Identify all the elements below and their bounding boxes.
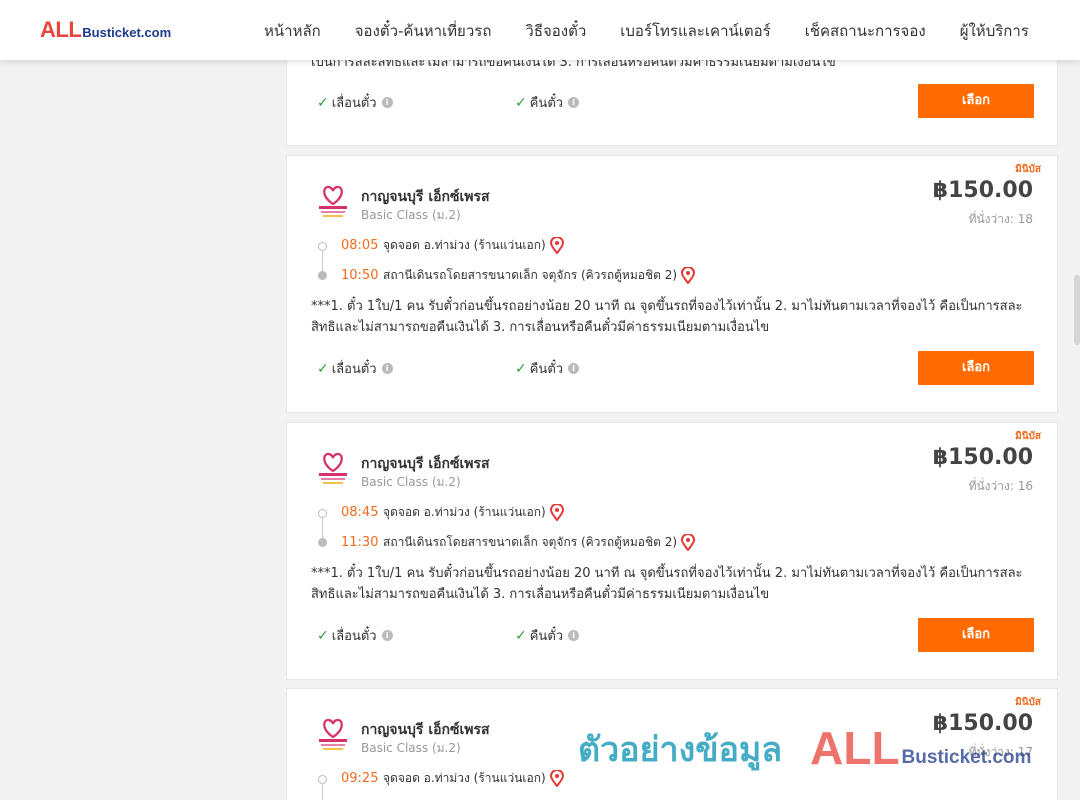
map-pin-icon[interactable]: [681, 534, 696, 551]
heart-logo-icon: [319, 452, 347, 484]
departure-station: จุดจอด อ.ท่าม่วง (ร้านแว่นเอก): [383, 771, 546, 785]
arrival-stop: 10:50 สถานีเดินรถโดยสารขนาดเล็ก จตุจักร …: [341, 266, 696, 285]
departure-station: จุดจอด อ.ท่าม่วง (ร้านแว่นเอก): [383, 238, 546, 252]
operator-name: กาญจนบุรี เอ็กซ์เพรส: [361, 722, 490, 738]
map-pin-icon[interactable]: [549, 504, 564, 521]
refund-ticket-option: ✓ คืนตั๋ว i: [515, 92, 580, 113]
seats-available: ที่นั่งว่าง: 16: [968, 479, 1033, 493]
operator-name: กาญจนบุรี เอ็กซ์เพรส: [361, 189, 490, 205]
change-ticket-label: เลื่อนตั๋ว: [331, 629, 377, 644]
info-icon[interactable]: i: [381, 363, 393, 374]
trip-price: ฿150.00: [932, 711, 1033, 736]
select-button[interactable]: เลือก: [918, 618, 1034, 652]
check-icon: ✓: [515, 360, 527, 377]
trip-note: ***1. ตั๋ว 1ใบ/1 คน รับตั๋วก่อนขึ้นรถอย่…: [311, 299, 1023, 335]
bus-class: Basic Class (ม.2): [361, 741, 461, 755]
select-button[interactable]: เลือก: [918, 351, 1034, 385]
refund-ticket-label: คืนตั๋ว: [529, 362, 564, 377]
nav-phone-counter[interactable]: เบอร์โทรและเคาน์เตอร์: [620, 19, 770, 43]
refund-ticket-option: ✓ คืนตั๋ว i: [515, 358, 580, 379]
nav-book-search[interactable]: จองตั๋ว-ค้นหาเที่ยวรถ: [355, 19, 492, 43]
departure-time: 08:05: [341, 238, 379, 253]
trip-price: ฿150.00: [932, 445, 1033, 470]
trip-card: มินิบัส กาญจนบุรี เอ็กซ์เพรส Basic Class…: [286, 155, 1058, 413]
bus-class: Basic Class (ม.2): [361, 208, 461, 222]
change-ticket-option: ✓ เลื่อนตั๋ว i: [317, 358, 393, 379]
arrival-station: สถานีเดินรถโดยสารขนาดเล็ก จตุจักร (คิวรถ…: [383, 535, 678, 549]
check-icon: ✓: [317, 94, 329, 111]
refund-ticket-label: คืนตั๋ว: [529, 629, 564, 644]
info-icon[interactable]: i: [381, 97, 393, 108]
arrival-time: 10:50: [341, 268, 379, 283]
seats-available: ที่นั่งว่าง: 17: [968, 745, 1033, 759]
departure-stop: 09:25 จุดจอด อ.ท่าม่วง (ร้านแว่นเอก): [341, 769, 564, 788]
seats-available: ที่นั่งว่าง: 18: [968, 212, 1033, 226]
check-icon: ✓: [515, 627, 527, 644]
arrival-time: 11:30: [341, 535, 379, 550]
nav-home[interactable]: หน้าหลัก: [264, 19, 321, 43]
info-icon[interactable]: i: [568, 363, 580, 374]
trip-price: ฿150.00: [932, 178, 1033, 203]
refund-ticket-label: คืนตั๋ว: [529, 96, 564, 111]
change-ticket-label: เลื่อนตั๋ว: [331, 362, 377, 377]
change-ticket-option: ✓ เลื่อนตั๋ว i: [317, 625, 393, 646]
refund-ticket-option: ✓ คืนตั๋ว i: [515, 625, 580, 646]
info-icon[interactable]: i: [568, 97, 580, 108]
nav-operators[interactable]: ผู้ให้บริการ: [960, 19, 1029, 43]
minibus-badge: มินิบัส: [1015, 697, 1041, 708]
map-pin-icon[interactable]: [549, 770, 564, 787]
minibus-badge: มินิบัส: [1015, 431, 1041, 442]
minibus-badge: มินิบัส: [1015, 164, 1041, 175]
site-logo[interactable]: ALL Busticket.com: [40, 19, 171, 41]
departure-stop: 08:05 จุดจอด อ.ท่าม่วง (ร้านแว่นเอก): [341, 236, 564, 255]
arrival-stop: 11:30 สถานีเดินรถโดยสารขนาดเล็ก จตุจักร …: [341, 533, 696, 552]
nav-how-to-book[interactable]: วิธีจองตั๋ว: [525, 19, 586, 43]
trip-card: มินิบัส กาญจนบุรี เอ็กซ์เพรส Basic Class…: [286, 688, 1058, 800]
departure-station: จุดจอด อ.ท่าม่วง (ร้านแว่นเอก): [383, 505, 546, 519]
site-header: ALL Busticket.com หน้าหลัก จองตั๋ว-ค้นหา…: [0, 0, 1080, 60]
logo-all: ALL: [40, 17, 82, 42]
nav-check-status[interactable]: เช็คสถานะการจอง: [805, 19, 926, 43]
map-pin-icon[interactable]: [549, 237, 564, 254]
timeline-end-dot: [318, 271, 327, 280]
arrival-station: สถานีเดินรถโดยสารขนาดเล็ก จตุจักร (คิวรถ…: [383, 268, 678, 282]
change-ticket-label: เลื่อนตั๋ว: [331, 96, 377, 111]
select-button[interactable]: เลือก: [918, 84, 1034, 118]
departure-time: 08:45: [341, 505, 379, 520]
heart-logo-icon: [319, 718, 347, 750]
bus-class: Basic Class (ม.2): [361, 475, 461, 489]
timeline-end-dot: [318, 538, 327, 547]
logo-busticket: Busticket.com: [82, 25, 172, 40]
timeline-line: [322, 783, 323, 800]
trip-note: ***1. ตั๋ว 1ใบ/1 คน รับตั๋วก่อนขึ้นรถอย่…: [311, 566, 1023, 602]
info-icon[interactable]: i: [381, 630, 393, 641]
change-ticket-option: ✓ เลื่อนตั๋ว i: [317, 92, 393, 113]
check-icon: ✓: [317, 360, 329, 377]
map-pin-icon[interactable]: [681, 267, 696, 284]
departure-time: 09:25: [341, 771, 379, 786]
departure-stop: 08:45 จุดจอด อ.ท่าม่วง (ร้านแว่นเอก): [341, 503, 564, 522]
scrollbar[interactable]: [1074, 0, 1080, 800]
check-icon: ✓: [515, 94, 527, 111]
main-nav: หน้าหลัก จองตั๋ว-ค้นหาเที่ยวรถ วิธีจองตั…: [264, 19, 1029, 43]
heart-logo-icon: [319, 185, 347, 217]
check-icon: ✓: [317, 627, 329, 644]
operator-name: กาญจนบุรี เอ็กซ์เพรส: [361, 456, 490, 472]
info-icon[interactable]: i: [568, 630, 580, 641]
scrollbar-thumb[interactable]: [1074, 275, 1080, 345]
trip-card: มินิบัส กาญจนบุรี เอ็กซ์เพรส Basic Class…: [286, 422, 1058, 680]
